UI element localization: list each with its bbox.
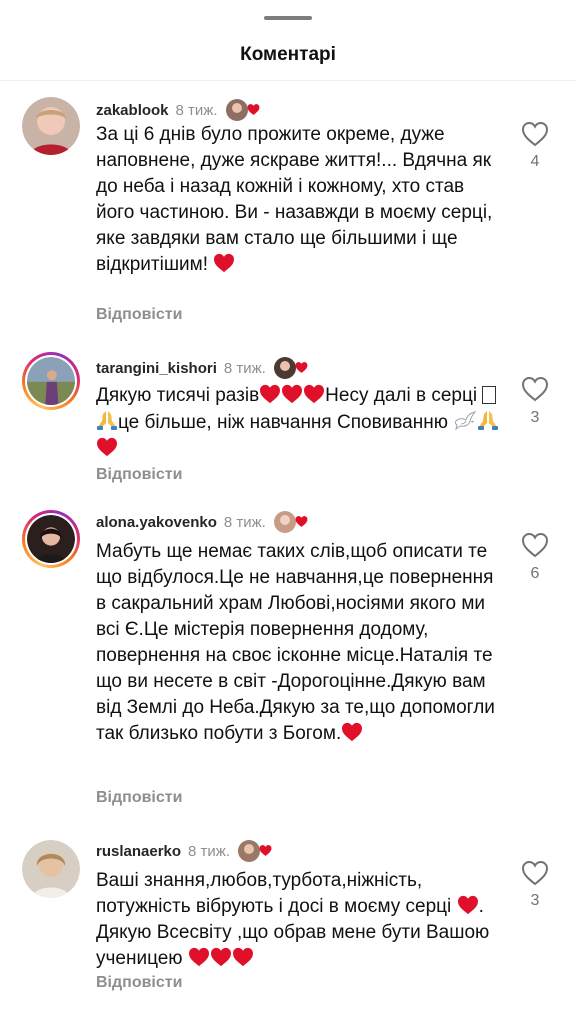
reply-button[interactable]: Відповісти (96, 974, 182, 992)
like-heart-icon[interactable] (521, 860, 549, 886)
like-heart-icon[interactable] (521, 532, 549, 558)
like-count: 6 (530, 565, 540, 582)
username[interactable]: alona.yakovenko (96, 514, 217, 531)
author-liked-avatar (238, 840, 260, 862)
timestamp: 8 тиж. (188, 842, 231, 860)
username[interactable]: tarangini_kishori (96, 360, 217, 377)
comment-text: Дякую тисячі разів Несу далі в серці це б… (96, 383, 506, 462)
heart-icon (259, 844, 272, 857)
comment-text: Ваші знання,любов,турбота,ніжність, поту… (96, 870, 490, 969)
drag-handle[interactable] (264, 16, 312, 20)
comment-meta: tarangini_kishori 8 тиж. (96, 357, 296, 379)
reply-button[interactable]: Відповісти (96, 466, 182, 484)
timestamp: 8 тиж. (223, 513, 266, 531)
missing-glyph-icon (482, 386, 497, 404)
sheet-title: Коментарі (240, 44, 336, 65)
comment-meta: zakablook 8 тиж. (96, 99, 248, 121)
author-liked-avatar (225, 99, 248, 121)
heart-icon (295, 361, 308, 374)
user-photo-zakablook (22, 97, 80, 155)
avatar[interactable] (22, 97, 80, 155)
red-heart-icon (210, 947, 232, 967)
user-photo-tarangini (27, 357, 75, 405)
comment-meta: alona.yakovenko 8 тиж. (96, 511, 296, 533)
like-count: 3 (530, 892, 540, 909)
comment-text: Мабуть ще немає таких слів,щоб описати т… (96, 541, 495, 744)
timestamp: 8 тиж. (175, 101, 218, 119)
praying-hands-icon (96, 409, 118, 431)
praying-hands-icon (477, 409, 499, 431)
red-heart-icon (188, 947, 210, 967)
avatar[interactable] (22, 510, 80, 568)
header-divider (0, 80, 576, 81)
red-heart-icon (341, 722, 363, 742)
avatar[interactable] (22, 352, 80, 410)
user-photo-alona (27, 515, 75, 563)
red-heart-icon (213, 253, 235, 273)
like-heart-icon[interactable] (521, 376, 549, 402)
red-heart-icon (281, 384, 303, 404)
timestamp: 8 тиж. (223, 359, 266, 377)
reply-button[interactable]: Відповісти (96, 306, 182, 324)
red-heart-icon (457, 895, 479, 915)
like-heart-icon[interactable] (521, 121, 549, 147)
like-count: 3 (530, 409, 540, 426)
comment-meta: ruslanaerko 8 тиж. (96, 840, 260, 862)
red-heart-icon (96, 437, 118, 457)
author-liked-avatar (273, 511, 296, 533)
avatar[interactable] (22, 840, 80, 898)
red-heart-icon (232, 947, 254, 967)
username[interactable]: zakablook (96, 102, 169, 119)
heart-icon (295, 515, 308, 528)
dove-icon (453, 409, 477, 431)
like-count: 4 (530, 153, 540, 170)
user-photo-ruslanaerko (22, 840, 80, 898)
heart-icon (247, 103, 260, 116)
comment-text: За ці 6 днів було прожите окреме, дуже н… (96, 124, 493, 275)
red-heart-icon (259, 384, 281, 404)
red-heart-icon (303, 384, 325, 404)
comments-sheet: Коментарі zakablook 8 тиж. За ці 6 днів … (0, 0, 576, 1024)
reply-button[interactable]: Відповісти (96, 789, 182, 807)
username[interactable]: ruslanaerko (96, 843, 181, 860)
author-liked-avatar (273, 357, 296, 379)
